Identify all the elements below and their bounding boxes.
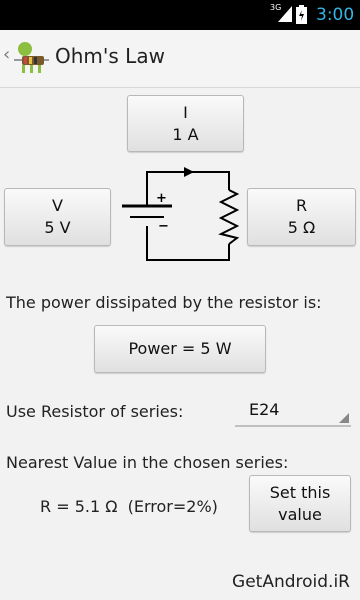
status-bar: 3G 3:00	[0, 0, 360, 30]
resistance-label: R	[295, 196, 308, 215]
action-bar: ‹ Ohm's Law	[0, 30, 360, 88]
voltage-label: V	[52, 196, 63, 215]
series-label: Use Resistor of series:	[6, 402, 184, 421]
signal-icon	[278, 6, 292, 22]
resistance-button[interactable]: R 5 Ω	[247, 188, 356, 246]
power-button[interactable]: Power = 5 W	[94, 325, 266, 373]
power-description: The power dissipated by the resistor is:	[6, 293, 322, 312]
nearest-value-label: Nearest Value in the chosen series:	[6, 453, 289, 472]
resistor-symbol	[218, 189, 240, 245]
series-dropdown-value: E24	[249, 400, 280, 419]
dropdown-arrow-icon	[339, 413, 349, 423]
circuit-diagram: + −	[122, 167, 240, 261]
battery-icon	[296, 5, 307, 24]
watermark: GetAndroid.iR	[232, 572, 350, 592]
current-label: I	[183, 102, 188, 122]
voltage-button[interactable]: V 5 V	[4, 188, 111, 246]
page-title: Ohm's Law	[55, 44, 165, 68]
set-value-button[interactable]: Set this value	[249, 475, 351, 532]
set-value-line1: Set this	[269, 482, 331, 502]
resistance-value: 5 Ω	[287, 218, 316, 237]
voltage-value: 5 V	[44, 218, 71, 237]
app-icon[interactable]	[12, 39, 50, 77]
set-value-line2: value	[278, 504, 322, 524]
clock: 3:00	[316, 5, 355, 25]
back-chevron-icon[interactable]: ‹	[3, 44, 10, 65]
series-dropdown[interactable]: E24	[235, 393, 351, 427]
power-button-label: Power = 5 W	[128, 339, 232, 358]
current-arrow-icon	[184, 167, 194, 177]
current-value: 1 A	[172, 124, 199, 144]
nearest-value-result: R = 5.1 Ω (Error=2%)	[40, 497, 218, 516]
battery-minus: −	[158, 219, 169, 234]
current-button[interactable]: I 1 A	[127, 95, 244, 152]
battery-plus: +	[156, 191, 167, 206]
